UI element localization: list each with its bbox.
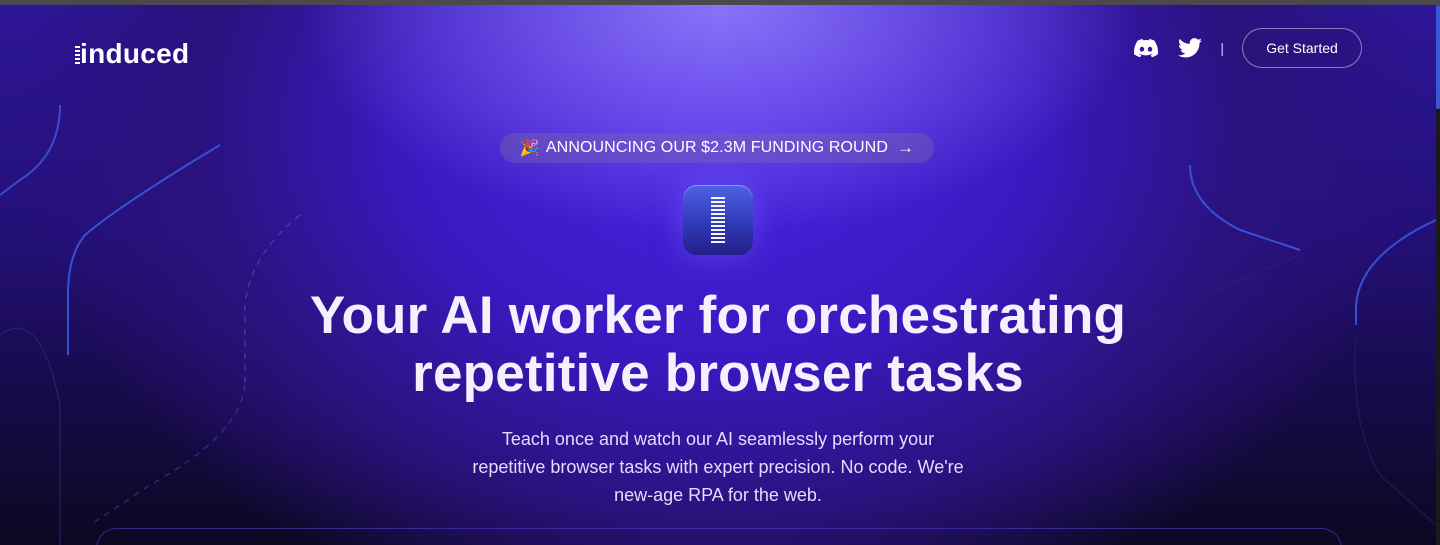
twitter-icon[interactable]	[1177, 35, 1203, 61]
demo-card-top-edge	[96, 528, 1342, 545]
get-started-button[interactable]: Get Started	[1242, 28, 1362, 68]
arrow-right-icon: →	[897, 138, 915, 157]
hero-title-line-2: repetitive browser tasks	[412, 344, 1024, 403]
browser-top-strip	[0, 0, 1440, 5]
hero-subtitle-line-3: new-age RPA for the web.	[614, 485, 822, 505]
hero-section: induced | Get Started 🎉 ANNOUNCING OUR $…	[0, 5, 1436, 545]
party-popper-icon: 🎉	[519, 140, 540, 157]
discord-icon[interactable]	[1133, 35, 1159, 61]
funding-announcement-banner[interactable]: 🎉 ANNOUNCING OUR $2.3M FUNDING ROUND →	[500, 133, 934, 163]
nav-divider: |	[1220, 40, 1224, 56]
hero-title: Your AI worker for orchestrating repetit…	[0, 287, 1436, 403]
hero-title-line-1: Your AI worker for orchestrating	[309, 286, 1127, 345]
logo-text: induced	[80, 38, 190, 69]
hero-subtitle-line-1: Teach once and watch our AI seamlessly p…	[501, 429, 935, 449]
induced-app-icon	[683, 185, 753, 255]
induced-logo[interactable]: induced	[75, 38, 190, 69]
hero-subtitle: Teach once and watch our AI seamlessly p…	[458, 425, 978, 509]
hero-subtitle-line-2: repetitive browser tasks with expert pre…	[472, 457, 964, 477]
scrollbar-thumb[interactable]	[1436, 5, 1440, 109]
header-nav: | Get Started	[1133, 28, 1362, 68]
app-icon-bars	[711, 197, 725, 243]
announcement-text: ANNOUNCING OUR $2.3M FUNDING ROUND	[545, 139, 888, 156]
